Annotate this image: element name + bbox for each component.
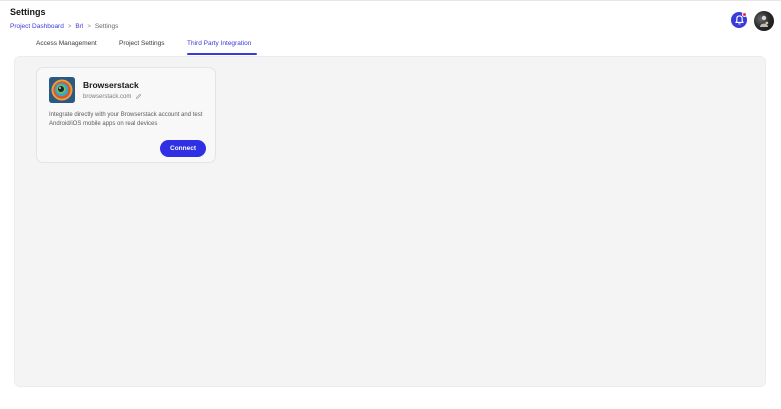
tab-project-settings[interactable]: Project Settings [119, 40, 165, 47]
top-border [0, 0, 781, 1]
active-tab-indicator [187, 53, 257, 55]
tab-third-party-integration[interactable]: Third Party Integration [187, 40, 251, 47]
integration-card-browserstack: Browserstack browserstack.com Integrate … [36, 67, 216, 163]
avatar-image [760, 15, 769, 27]
breadcrumb: Project Dashboard > Brl > Settings [10, 23, 118, 30]
breadcrumb-project[interactable]: Brl [75, 23, 83, 30]
tab-access-management[interactable]: Access Management [36, 40, 97, 47]
integration-url-row: browserstack.com [83, 93, 142, 100]
avatar[interactable] [754, 11, 774, 31]
integration-name: Browserstack [83, 80, 139, 90]
breadcrumb-separator: > [87, 23, 91, 30]
integration-url: browserstack.com [83, 93, 132, 100]
page-title: Settings [10, 7, 46, 17]
breadcrumb-separator: > [67, 23, 72, 30]
integration-description: Integrate directly with your Browserstac… [49, 112, 203, 127]
breadcrumb-project-dashboard[interactable]: Project Dashboard [10, 23, 64, 30]
breadcrumb-current: Settings [94, 23, 119, 30]
connect-button[interactable]: Connect [160, 140, 206, 157]
notifications-button[interactable] [731, 12, 747, 28]
browserstack-logo [49, 77, 75, 103]
notification-badge [742, 12, 747, 17]
pencil-icon[interactable] [135, 93, 142, 100]
